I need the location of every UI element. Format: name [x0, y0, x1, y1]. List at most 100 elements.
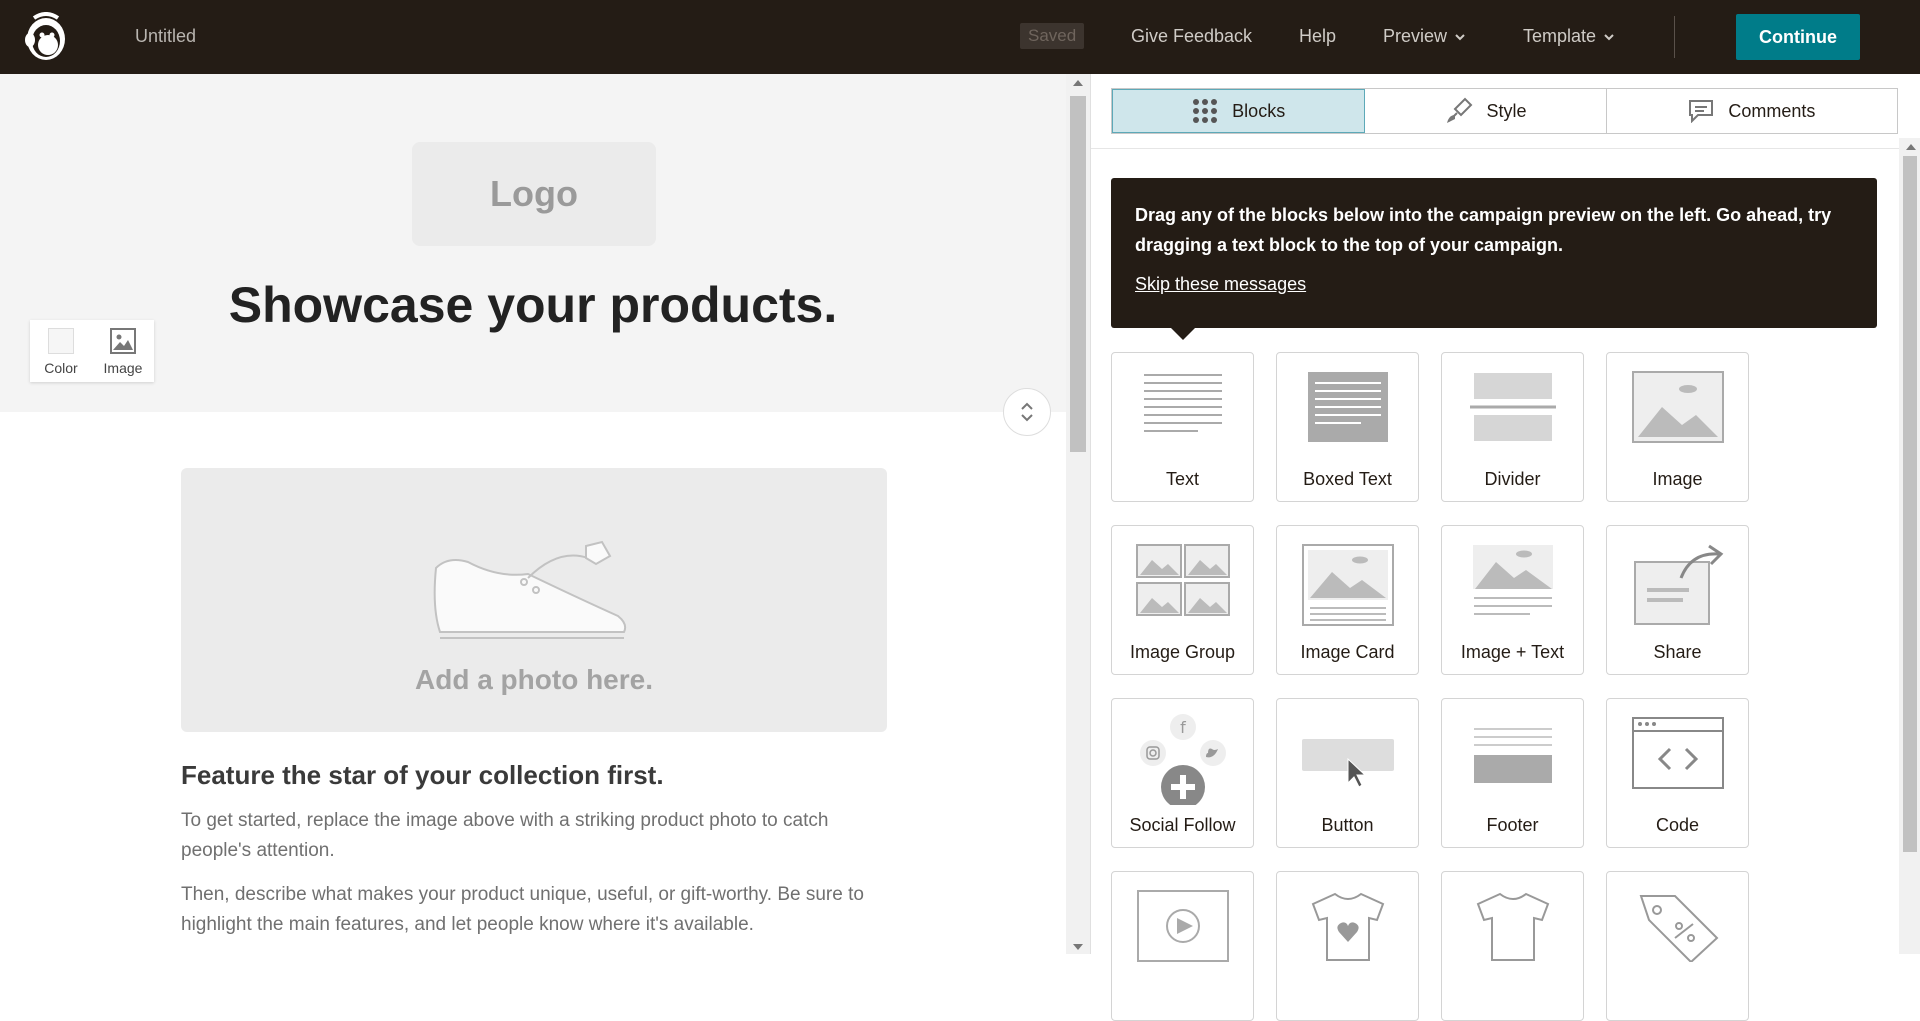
body-paragraph-1[interactable]: To get started, replace the image above …	[181, 806, 901, 866]
divider-icon	[1469, 373, 1556, 441]
background-color-button[interactable]: Color	[30, 320, 92, 382]
section-heading[interactable]: Feature the star of your collection firs…	[181, 760, 664, 791]
tip-text: Drag any of the blocks below into the ca…	[1135, 205, 1832, 255]
block-image-card[interactable]: Image Card	[1276, 525, 1419, 675]
block-button-label: Button	[1321, 815, 1374, 835]
block-boxed-text-label: Boxed Text	[1303, 469, 1392, 489]
block-image[interactable]: Image	[1606, 352, 1749, 502]
scroll-up-arrow-icon[interactable]	[1073, 80, 1083, 86]
tab-comments[interactable]: Comments	[1607, 89, 1897, 133]
top-bar: Untitled Saved Give Feedback Help Previe…	[0, 0, 1920, 74]
panel-tabs: Blocks Style Comments	[1111, 88, 1898, 134]
chevron-down-icon	[1455, 33, 1465, 40]
scrollbar-thumb[interactable]	[1070, 96, 1086, 452]
hero-title[interactable]: Showcase your products.	[0, 276, 1066, 334]
preview-label: Preview	[1383, 26, 1448, 46]
template-menu[interactable]: Template	[1523, 26, 1614, 47]
campaign-title[interactable]: Untitled	[135, 26, 196, 47]
block-product[interactable]	[1441, 871, 1584, 1021]
block-image-group-label: Image Group	[1129, 642, 1236, 662]
saved-status-badge: Saved	[1020, 23, 1085, 49]
give-feedback-label: Give Feedback	[1131, 26, 1253, 46]
help-label: Help	[1299, 26, 1337, 46]
comment-icon	[1689, 100, 1714, 123]
tab-style[interactable]: Style	[1365, 89, 1607, 133]
product-icon	[1476, 892, 1549, 961]
scrollbar-thumb[interactable]	[1903, 156, 1917, 852]
block-text[interactable]: Text	[1111, 352, 1254, 502]
product-heart-icon	[1311, 892, 1384, 961]
block-button[interactable]: Button	[1276, 698, 1419, 848]
block-share-label: Share	[1653, 642, 1702, 662]
block-product-heart[interactable]	[1276, 871, 1419, 1021]
block-promo-code[interactable]	[1606, 871, 1749, 1021]
block-footer[interactable]: Footer	[1441, 698, 1584, 848]
image-card-icon	[1301, 544, 1394, 626]
shoe-illustration-icon	[433, 540, 627, 639]
tab-style-label: Style	[1486, 100, 1527, 121]
block-divider-label: Divider	[1484, 469, 1541, 489]
block-image-label: Image	[1652, 469, 1703, 489]
block-code[interactable]: Code	[1606, 698, 1749, 848]
block-boxed-text[interactable]: Boxed Text	[1276, 352, 1419, 502]
tab-blocks-label: Blocks	[1232, 100, 1286, 121]
svg-text:f: f	[1180, 718, 1186, 737]
scroll-down-arrow-icon[interactable]	[1073, 944, 1083, 950]
photo-placeholder[interactable]: Add a photo here.	[181, 468, 887, 732]
tab-blocks[interactable]: Blocks	[1112, 89, 1366, 133]
photo-placeholder-label: Add a photo here.	[415, 664, 653, 695]
section-reorder-handle[interactable]	[1003, 388, 1051, 436]
boxed-text-icon	[1307, 372, 1388, 442]
panel-divider	[1091, 148, 1920, 149]
block-divider[interactable]: Divider	[1441, 352, 1584, 502]
block-image-card-label: Image Card	[1300, 642, 1395, 662]
block-social-follow[interactable]: f Social Follow	[1111, 698, 1254, 848]
panel-scrollbar[interactable]	[1899, 138, 1920, 954]
promo-code-icon	[1639, 895, 1718, 962]
continue-button[interactable]: Continue	[1736, 14, 1860, 60]
code-icon	[1631, 717, 1724, 789]
brush-icon	[1446, 97, 1472, 123]
block-code-label: Code	[1655, 815, 1700, 835]
tab-comments-label: Comments	[1728, 100, 1816, 121]
template-label: Template	[1523, 26, 1597, 46]
help-link[interactable]: Help	[1299, 26, 1336, 47]
image-group-icon	[1135, 544, 1230, 616]
nav-divider	[1674, 16, 1675, 58]
logo-placeholder[interactable]: Logo	[412, 142, 656, 246]
share-icon	[1633, 544, 1723, 625]
preview-menu[interactable]: Preview	[1383, 26, 1465, 47]
image-block-icon	[1631, 371, 1724, 443]
onboarding-tip: Drag any of the blocks below into the ca…	[1111, 178, 1877, 340]
image-label: Image	[103, 360, 143, 376]
video-icon	[1136, 890, 1229, 962]
block-image-text[interactable]: Image + Text	[1441, 525, 1584, 675]
text-block-icon	[1143, 374, 1222, 432]
social-follow-icon: f	[1139, 714, 1226, 805]
chevron-down-icon	[1604, 33, 1614, 40]
block-image-group[interactable]: Image Group	[1111, 525, 1254, 675]
block-text-label: Text	[1165, 469, 1199, 489]
preview-scrollbar[interactable]	[1066, 74, 1090, 954]
campaign-preview[interactable]: Logo Showcase your products. Color Image	[0, 74, 1066, 954]
block-image-text-label: Image + Text	[1460, 642, 1565, 662]
blocks-panel: Blocks Style Comments Drag any of the bl…	[1090, 74, 1920, 1021]
chevron-up-down-icon	[1021, 402, 1033, 422]
give-feedback-link[interactable]: Give Feedback	[1131, 26, 1252, 47]
body-paragraph-2[interactable]: Then, describe what makes your product u…	[181, 880, 901, 940]
block-social-follow-label: Social Follow	[1129, 815, 1236, 835]
color-label: Color	[44, 360, 78, 376]
footer-icon	[1473, 728, 1552, 783]
scroll-up-arrow-icon[interactable]	[1906, 144, 1916, 150]
mailchimp-freddie-icon[interactable]	[22, 12, 70, 62]
skip-messages-link[interactable]: Skip these messages	[1135, 274, 1306, 295]
button-block-icon	[1301, 739, 1394, 788]
block-footer-label: Footer	[1486, 815, 1539, 835]
image-icon	[110, 328, 136, 354]
image-text-icon	[1472, 545, 1553, 615]
color-swatch-icon	[48, 328, 74, 354]
block-video[interactable]	[1111, 871, 1254, 1021]
hero-section[interactable]: Logo Showcase your products. Color Image	[0, 74, 1066, 412]
background-image-button[interactable]: Image	[92, 320, 154, 382]
block-share[interactable]: Share	[1606, 525, 1749, 675]
